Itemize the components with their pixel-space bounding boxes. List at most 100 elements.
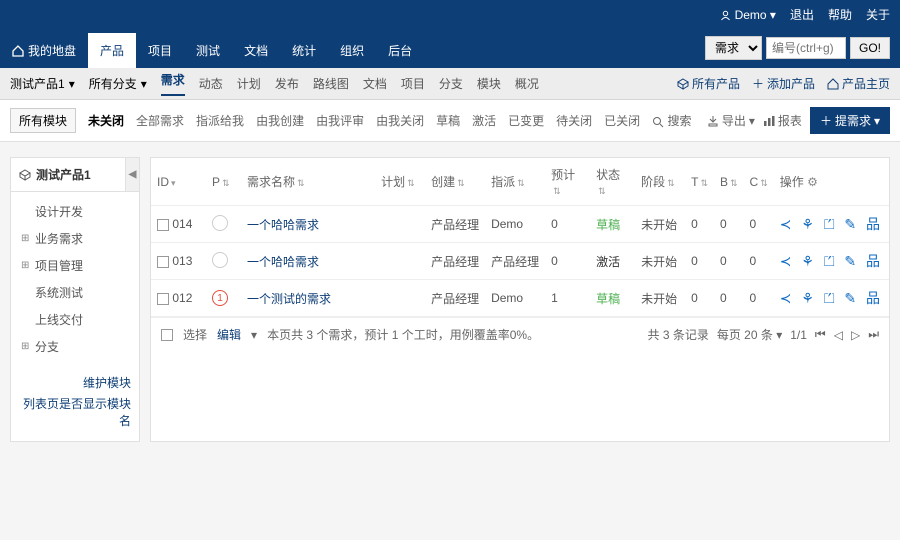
pager-last[interactable]: ⏭ [868,327,879,342]
cell-status: 激活 [590,243,635,280]
table-row: 013一个哈哈需求产品经理产品经理0激活未开始000≺ ⚘ ⏍ ✎ 品 [151,243,889,280]
tree-node[interactable]: 上线交付 [11,306,139,333]
main-nav: 我的地盘 产品 项目 测试 文档 统计 组织 后台 [0,33,424,68]
cube-icon [19,169,31,181]
maintain-module-link[interactable]: 维护模块 [19,374,131,391]
col-priority[interactable]: P⇅ [206,158,241,206]
col-assignee[interactable]: 指派⇅ [485,158,545,206]
pager-prev[interactable]: ◁ [834,328,843,342]
user-menu[interactable]: Demo ▾ [720,8,776,22]
filter-active[interactable]: 激活 [472,112,496,129]
pager-per-page[interactable]: 每页 20 条 ▾ [717,326,782,343]
chart-icon [763,115,775,127]
tree-node[interactable]: 系统测试 [11,279,139,306]
tab-doc[interactable]: 文档 [232,33,280,68]
row-id[interactable]: 014 [172,217,192,231]
subnav-overview[interactable]: 概况 [515,75,539,92]
subnav-project[interactable]: 项目 [401,75,425,92]
filter-closed[interactable]: 已关闭 [604,112,640,129]
col-id[interactable]: ID▾ [151,158,206,206]
tree-node[interactable]: ⊞分支 [11,333,139,360]
row-checkbox[interactable] [157,256,169,268]
col-estimate[interactable]: 预计⇅ [545,158,590,206]
cell-creator: 产品经理 [425,206,485,243]
col-t[interactable]: T⇅ [685,158,714,206]
subnav-release[interactable]: 发布 [275,75,299,92]
cell-estimate: 0 [545,243,590,280]
sidebar-collapse-button[interactable]: ◀ [125,158,139,191]
col-c[interactable]: C⇅ [744,158,774,206]
col-b[interactable]: B⇅ [714,158,744,206]
tab-product[interactable]: 产品 [88,33,136,68]
pager-next[interactable]: ▷ [851,328,860,342]
create-story-button[interactable]: ＋提需求 ▾ [810,107,890,134]
cell-t: 0 [685,243,714,280]
row-checkbox[interactable] [157,293,169,305]
export-button[interactable]: 导出 ▾ [707,112,755,129]
subnav-roadmap[interactable]: 路线图 [313,75,349,92]
col-creator[interactable]: 创建⇅ [425,158,485,206]
select-all-checkbox[interactable] [161,329,173,341]
row-checkbox[interactable] [157,219,169,231]
filter-reviewed-by-me[interactable]: 由我评审 [316,112,364,129]
report-button[interactable]: 报表 [763,112,802,129]
row-actions[interactable]: ≺ ⚘ ⏍ ✎ 品 [774,280,889,317]
add-product-link[interactable]: ＋添加产品 [752,75,815,92]
tree-node[interactable]: 设计开发 [11,198,139,225]
row-id[interactable]: 013 [172,254,192,268]
story-title-link[interactable]: 一个哈哈需求 [241,243,375,280]
gear-icon[interactable]: ⚙ [807,175,818,189]
filter-closed-by-me[interactable]: 由我关闭 [376,112,424,129]
filter-search[interactable]: 搜索 [652,112,691,129]
filter-all[interactable]: 全部需求 [136,112,184,129]
tab-stat[interactable]: 统计 [280,33,328,68]
pager-first[interactable]: ⏮ [815,327,826,342]
select-label: 选择 [183,326,207,343]
search-go-button[interactable]: GO! [850,37,890,59]
product-dropdown[interactable]: 测试产品1 ▾ [10,75,75,92]
row-actions[interactable]: ≺ ⚘ ⏍ ✎ 品 [774,243,889,280]
cell-plan [375,243,425,280]
all-products-link[interactable]: 所有产品 [677,75,740,92]
tab-test[interactable]: 测试 [184,33,232,68]
tab-project[interactable]: 项目 [136,33,184,68]
row-id[interactable]: 012 [172,291,192,305]
filter-to-close[interactable]: 待关闭 [556,112,592,129]
product-home-link[interactable]: 产品主页 [827,75,890,92]
filter-assigned-to-me[interactable]: 指派给我 [196,112,244,129]
tab-org[interactable]: 组织 [328,33,376,68]
table-row: 0121一个测试的需求产品经理Demo1草稿未开始000≺ ⚘ ⏍ ✎ 品 [151,280,889,317]
search-type-select[interactable]: 需求 [705,36,762,60]
tree-node[interactable]: ⊞业务需求 [11,225,139,252]
help-link[interactable]: 帮助 [828,6,852,23]
filter-created-by-me[interactable]: 由我创建 [256,112,304,129]
subnav-branch[interactable]: 分支 [439,75,463,92]
row-actions[interactable]: ≺ ⚘ ⏍ ✎ 品 [774,206,889,243]
col-phase[interactable]: 阶段⇅ [635,158,685,206]
batch-edit-link[interactable]: 编辑 [217,326,241,343]
subnav-plan[interactable]: 计划 [237,75,261,92]
toggle-module-name-link[interactable]: 列表页是否显示模块名 [19,395,131,429]
story-title-link[interactable]: 一个测试的需求 [241,280,375,317]
tab-admin[interactable]: 后台 [376,33,424,68]
filter-unclosed[interactable]: 未关闭 [88,112,124,129]
module-filter-chip[interactable]: 所有模块 [10,108,76,133]
filter-draft[interactable]: 草稿 [436,112,460,129]
col-title[interactable]: 需求名称⇅ [241,158,375,206]
cell-b: 0 [714,243,744,280]
about-link[interactable]: 关于 [866,6,890,23]
col-status[interactable]: 状态⇅ [590,158,635,206]
logout-link[interactable]: 退出 [790,6,814,23]
filter-changed[interactable]: 已变更 [508,112,544,129]
cell-phase: 未开始 [635,206,685,243]
subnav-dynamic[interactable]: 动态 [199,75,223,92]
tree-node[interactable]: ⊞项目管理 [11,252,139,279]
subnav-module[interactable]: 模块 [477,75,501,92]
search-input[interactable] [766,37,846,59]
branch-dropdown[interactable]: 所有分支 ▾ [89,75,147,92]
subnav-doc[interactable]: 文档 [363,75,387,92]
tab-dashboard[interactable]: 我的地盘 [0,33,88,68]
story-title-link[interactable]: 一个哈哈需求 [241,206,375,243]
col-plan[interactable]: 计划⇅ [375,158,425,206]
subnav-story[interactable]: 需求 [161,71,185,96]
